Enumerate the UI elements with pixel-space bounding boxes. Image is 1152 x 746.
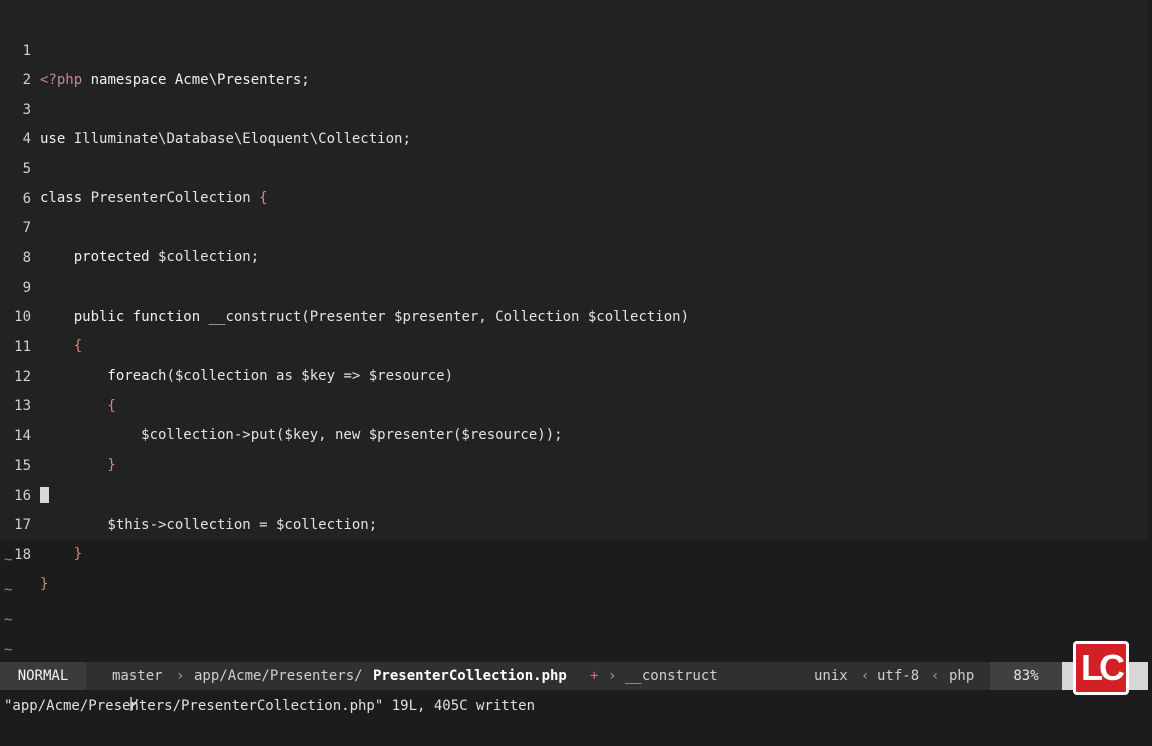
code-line: 9 public function __construct(Presenter … xyxy=(0,245,1148,325)
code-line: 1 <?php namespace Acme\Presenters; xyxy=(0,8,1148,88)
brace: } xyxy=(40,546,83,562)
modified-indicator: + xyxy=(590,668,599,684)
file-encoding: utf-8 xyxy=(877,668,920,684)
code-line: 8 xyxy=(0,215,1148,266)
code-line: 7 protected $collection; xyxy=(0,185,1148,265)
separator-icon: ‹ xyxy=(861,668,870,684)
mode-indicator: NORMAL xyxy=(0,662,86,690)
code-line: 18 } xyxy=(0,512,1148,592)
code-line: 12 { xyxy=(0,334,1148,414)
channel-logo: LC xyxy=(1073,641,1129,695)
file-format: unix xyxy=(814,668,848,684)
empty-line-marker: ~ xyxy=(4,642,13,658)
file-name: PresenterCollection.php xyxy=(373,668,567,684)
code-line: 13 $collection->put($key, new $presenter… xyxy=(0,363,1148,443)
code-line: 5 class PresenterCollection { xyxy=(0,126,1148,206)
empty-line-marker: ~ xyxy=(4,582,13,598)
current-function: __construct xyxy=(625,668,718,684)
status-line: NORMAL master › app/Acme/Presenters/ Pre… xyxy=(0,662,1148,711)
code-line: 10 { xyxy=(0,274,1148,354)
code-line: 14 } xyxy=(0,393,1148,473)
empty-line-marker: ~ xyxy=(4,612,13,628)
code-line: 15 xyxy=(0,423,1148,503)
code-line: 6 xyxy=(0,156,1148,207)
scroll-percent: 83% xyxy=(990,662,1062,690)
code-line: 4 xyxy=(0,96,1148,147)
separator-icon: ‹ xyxy=(931,668,940,684)
command-line-message: "app/Acme/Presenters/PresenterCollection… xyxy=(4,698,536,714)
empty-line-marker: ~ xyxy=(4,552,13,568)
code-line: 16 $this->collection = $collection; xyxy=(0,453,1148,533)
editor-buffer[interactable]: 1 <?php namespace Acme\Presenters; 2 3 u… xyxy=(0,0,1148,592)
separator-icon: › xyxy=(608,668,617,684)
file-path-dir: app/Acme/Presenters/ xyxy=(194,668,363,684)
code-line: 2 xyxy=(0,37,1148,88)
separator-icon: › xyxy=(176,668,185,684)
code-line: 11 foreach($collection as $key => $resou… xyxy=(0,304,1148,384)
file-type: php xyxy=(949,668,975,684)
brace: } xyxy=(40,576,49,592)
git-branch: master xyxy=(112,668,163,684)
code-line: 3 use Illuminate\Database\Eloquent\Colle… xyxy=(0,67,1148,147)
code-line: 17 } xyxy=(0,482,1148,562)
